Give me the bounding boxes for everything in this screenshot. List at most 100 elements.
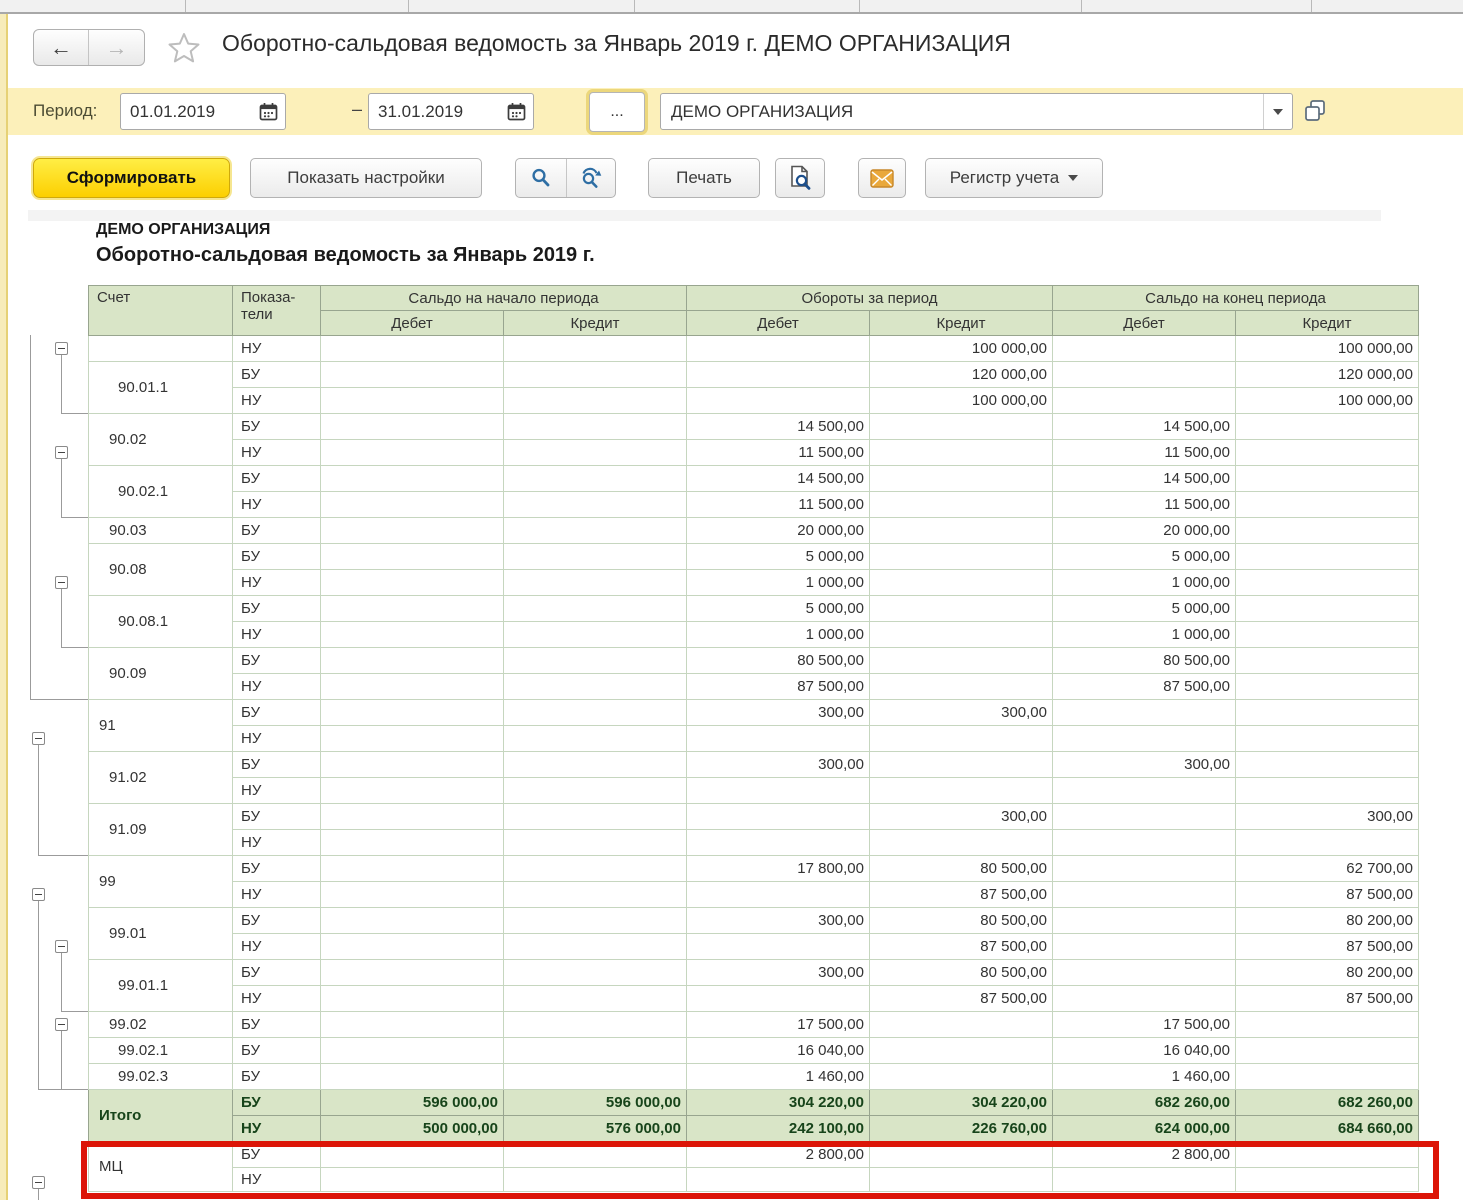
- indicator-cell[interactable]: НУ: [233, 440, 321, 466]
- tree-expander[interactable]: [55, 342, 68, 355]
- value-cell[interactable]: 304 220,00: [687, 1090, 870, 1116]
- value-cell[interactable]: [504, 1012, 687, 1038]
- value-cell[interactable]: [1053, 908, 1236, 934]
- value-cell[interactable]: [1053, 700, 1236, 726]
- value-cell[interactable]: [1053, 1168, 1236, 1192]
- value-cell[interactable]: [321, 492, 504, 518]
- value-cell[interactable]: 682 260,00: [1236, 1090, 1419, 1116]
- value-cell[interactable]: [1053, 856, 1236, 882]
- indicator-cell[interactable]: БУ: [233, 648, 321, 674]
- value-cell[interactable]: [321, 622, 504, 648]
- value-cell[interactable]: 300,00: [687, 700, 870, 726]
- value-cell[interactable]: [870, 1142, 1053, 1168]
- tree-expander[interactable]: [55, 446, 68, 459]
- tree-expander[interactable]: [55, 1018, 68, 1031]
- value-cell[interactable]: [321, 804, 504, 830]
- value-cell[interactable]: 80 500,00: [870, 908, 1053, 934]
- value-cell[interactable]: [504, 466, 687, 492]
- value-cell[interactable]: 596 000,00: [504, 1090, 687, 1116]
- value-cell[interactable]: [1236, 648, 1419, 674]
- indicator-cell[interactable]: БУ: [233, 700, 321, 726]
- value-cell[interactable]: [1053, 960, 1236, 986]
- indicator-cell[interactable]: БУ: [233, 960, 321, 986]
- value-cell[interactable]: 120 000,00: [1236, 362, 1419, 388]
- indicator-cell[interactable]: НУ: [233, 1116, 321, 1142]
- value-cell[interactable]: [504, 1064, 687, 1090]
- value-cell[interactable]: 20 000,00: [1053, 518, 1236, 544]
- value-cell[interactable]: [504, 674, 687, 700]
- tree-expander[interactable]: [32, 732, 45, 745]
- organization-dropdown-button[interactable]: [1263, 94, 1292, 129]
- value-cell[interactable]: [870, 778, 1053, 804]
- value-cell[interactable]: 80 500,00: [870, 856, 1053, 882]
- value-cell[interactable]: [1236, 752, 1419, 778]
- value-cell[interactable]: [1053, 830, 1236, 856]
- indicator-cell[interactable]: НУ: [233, 570, 321, 596]
- indicator-cell[interactable]: БУ: [233, 1090, 321, 1116]
- value-cell[interactable]: [504, 934, 687, 960]
- value-cell[interactable]: 576 000,00: [504, 1116, 687, 1142]
- value-cell[interactable]: [321, 960, 504, 986]
- account-cell[interactable]: 99.01.1: [89, 960, 233, 1012]
- value-cell[interactable]: 2 800,00: [1053, 1142, 1236, 1168]
- value-cell[interactable]: [687, 830, 870, 856]
- value-cell[interactable]: [687, 726, 870, 752]
- value-cell[interactable]: 1 000,00: [1053, 622, 1236, 648]
- value-cell[interactable]: [321, 544, 504, 570]
- value-cell[interactable]: 300,00: [687, 752, 870, 778]
- value-cell[interactable]: 5 000,00: [687, 596, 870, 622]
- account-cell[interactable]: 99: [89, 856, 233, 908]
- indicator-cell[interactable]: БУ: [233, 518, 321, 544]
- indicator-cell[interactable]: НУ: [233, 882, 321, 908]
- value-cell[interactable]: [687, 986, 870, 1012]
- value-cell[interactable]: 100 000,00: [1236, 336, 1419, 362]
- account-cell[interactable]: МЦ: [89, 1142, 233, 1192]
- value-cell[interactable]: [870, 622, 1053, 648]
- account-cell[interactable]: [89, 336, 233, 362]
- indicator-cell[interactable]: НУ: [233, 492, 321, 518]
- indicator-cell[interactable]: БУ: [233, 752, 321, 778]
- indicator-cell[interactable]: НУ: [233, 830, 321, 856]
- indicator-cell[interactable]: БУ: [233, 1142, 321, 1168]
- indicator-cell[interactable]: БУ: [233, 908, 321, 934]
- value-cell[interactable]: [321, 726, 504, 752]
- value-cell[interactable]: [1053, 362, 1236, 388]
- value-cell[interactable]: [870, 492, 1053, 518]
- value-cell[interactable]: [1053, 388, 1236, 414]
- search-button[interactable]: [516, 159, 566, 197]
- value-cell[interactable]: [870, 1038, 1053, 1064]
- value-cell[interactable]: [321, 518, 504, 544]
- mail-button[interactable]: [858, 158, 906, 198]
- value-cell[interactable]: 11 500,00: [687, 440, 870, 466]
- value-cell[interactable]: [321, 336, 504, 362]
- value-cell[interactable]: [1236, 1012, 1419, 1038]
- value-cell[interactable]: 100 000,00: [1236, 388, 1419, 414]
- value-cell[interactable]: 80 200,00: [1236, 908, 1419, 934]
- value-cell[interactable]: [321, 362, 504, 388]
- account-cell[interactable]: 90.01.1: [89, 362, 233, 414]
- value-cell[interactable]: 87 500,00: [1053, 674, 1236, 700]
- tree-expander[interactable]: [55, 576, 68, 589]
- value-cell[interactable]: [504, 336, 687, 362]
- value-cell[interactable]: 1 000,00: [687, 570, 870, 596]
- value-cell[interactable]: 14 500,00: [1053, 414, 1236, 440]
- value-cell[interactable]: [504, 544, 687, 570]
- indicator-cell[interactable]: БУ: [233, 466, 321, 492]
- value-cell[interactable]: [687, 1168, 870, 1192]
- value-cell[interactable]: [1053, 882, 1236, 908]
- value-cell[interactable]: 1 000,00: [687, 622, 870, 648]
- value-cell[interactable]: [321, 700, 504, 726]
- indicator-cell[interactable]: НУ: [233, 388, 321, 414]
- value-cell[interactable]: [504, 414, 687, 440]
- value-cell[interactable]: [504, 778, 687, 804]
- value-cell[interactable]: 17 500,00: [687, 1012, 870, 1038]
- value-cell[interactable]: 2 800,00: [687, 1142, 870, 1168]
- value-cell[interactable]: 5 000,00: [687, 544, 870, 570]
- value-cell[interactable]: [1236, 570, 1419, 596]
- indicator-cell[interactable]: БУ: [233, 596, 321, 622]
- value-cell[interactable]: 624 000,00: [1053, 1116, 1236, 1142]
- account-cell[interactable]: 90.08: [89, 544, 233, 596]
- value-cell[interactable]: [687, 804, 870, 830]
- period-to-input[interactable]: [369, 102, 499, 122]
- account-cell[interactable]: 99.02.3: [89, 1064, 233, 1090]
